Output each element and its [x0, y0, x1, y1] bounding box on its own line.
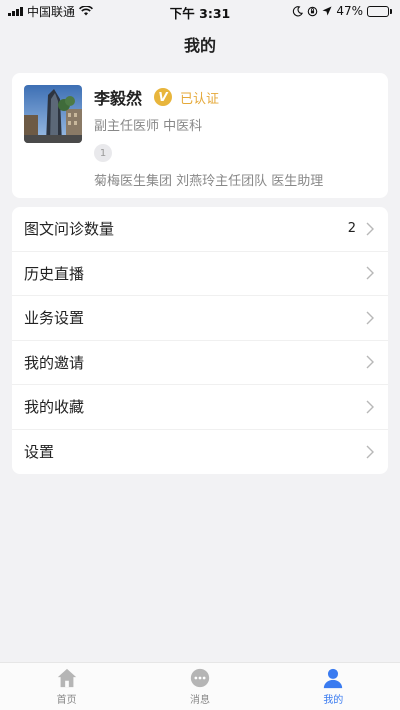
menu-item-my-invitations[interactable]: 我的邀请 [12, 341, 388, 385]
avatar[interactable] [24, 85, 82, 143]
doctor-name: 李毅然 [94, 89, 143, 108]
chat-icon [190, 668, 210, 688]
menu-item-settings[interactable]: 设置 [12, 430, 388, 475]
menu-item-label: 图文问诊数量 [24, 220, 115, 239]
menu-item-label: 设置 [24, 443, 55, 462]
verified-label: 已认证 [180, 91, 220, 107]
menu-item-history-live[interactable]: 历史直播 [12, 252, 388, 296]
tab-label: 我的 [323, 695, 344, 706]
doctor-title: 副主任医师 中医科 [94, 119, 203, 134]
tab-label: 消息 [189, 695, 210, 706]
battery-percent: 47% [336, 4, 363, 18]
status-bar: 中国联通 下午 3:31 47% [0, 0, 400, 22]
tab-messages[interactable]: 消息 [133, 663, 266, 710]
tab-mine[interactable]: 我的 [267, 663, 400, 710]
chevron-right-icon [366, 266, 374, 280]
chevron-right-icon [366, 400, 374, 414]
wifi-icon [79, 6, 93, 16]
menu-item-label: 我的邀请 [24, 353, 85, 372]
profile-card[interactable]: 李毅然 V 已认证 副主任医师 中医科 1 菊梅医生集团 刘燕玲主任团队 医生助… [12, 73, 388, 198]
menu-item-label: 历史直播 [24, 264, 85, 283]
menu-item-consultation-count[interactable]: 图文问诊数量 2 [12, 207, 388, 252]
menu-list: 图文问诊数量 2 历史直播 业务设置 我的邀请 我的收藏 设置 [12, 207, 388, 474]
home-icon [57, 668, 76, 688]
orientation-lock-icon [308, 6, 318, 16]
chevron-right-icon [366, 222, 374, 236]
chevron-right-icon [366, 445, 374, 459]
menu-item-business-settings[interactable]: 业务设置 [12, 296, 388, 341]
team-info: 菊梅医生集团 刘燕玲主任团队 医生助理 [94, 174, 324, 189]
location-icon [322, 6, 332, 16]
verified-icon: V [154, 88, 173, 106]
chevron-right-icon [366, 355, 374, 369]
carrier-label: 中国联通 [27, 4, 76, 19]
menu-item-my-favorites[interactable]: 我的收藏 [12, 385, 388, 430]
menu-item-label: 我的收藏 [24, 398, 85, 417]
count-badge: 1 [94, 144, 112, 162]
person-icon [324, 668, 343, 689]
menu-item-count: 2 [347, 221, 356, 237]
page-title: 我的 [183, 36, 216, 55]
status-time: 下午 3:31 [169, 6, 231, 21]
menu-item-label: 业务设置 [24, 309, 85, 328]
battery-icon [367, 5, 392, 17]
tab-label: 首页 [56, 695, 77, 706]
chevron-right-icon [366, 311, 374, 325]
signal-icon [8, 6, 23, 16]
tab-home[interactable]: 首页 [0, 663, 133, 710]
tab-bar: 首页 消息 我的 [0, 662, 400, 710]
moon-icon [293, 5, 304, 16]
